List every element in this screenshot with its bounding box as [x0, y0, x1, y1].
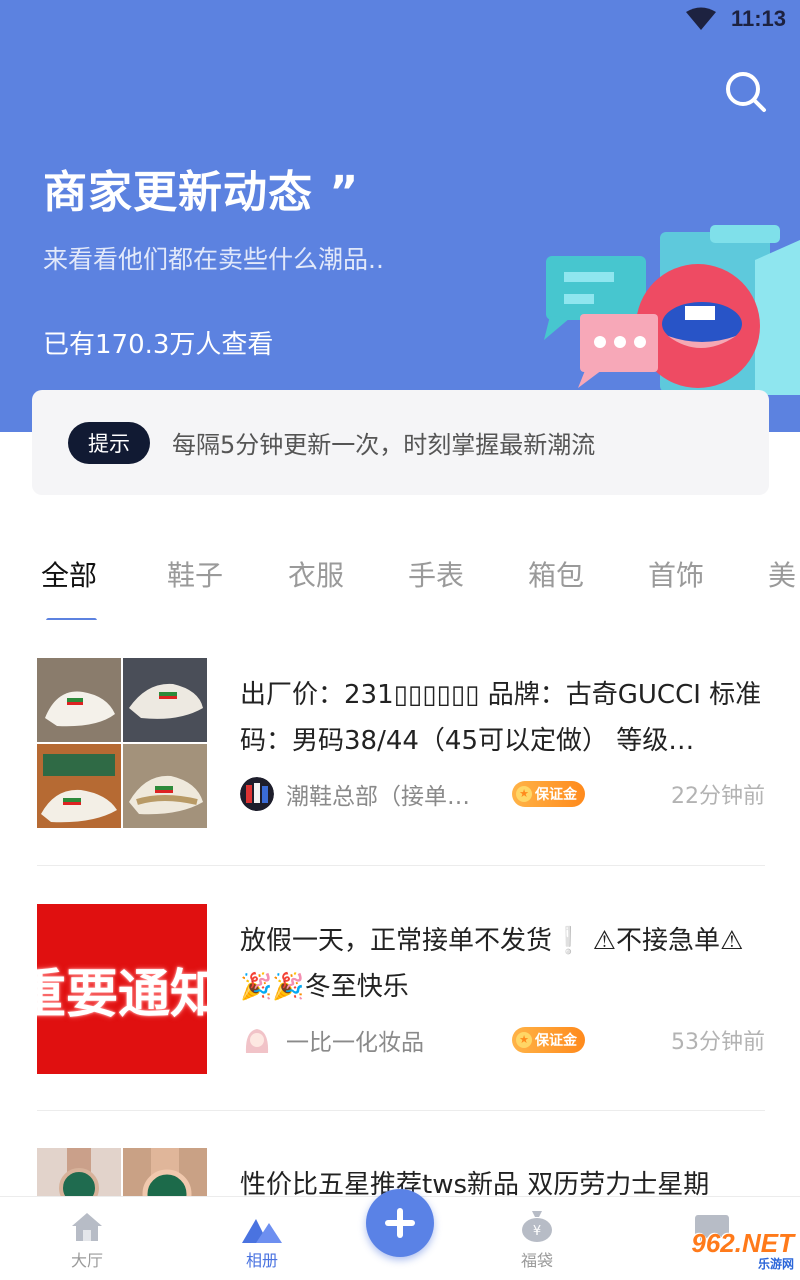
tab-clothes[interactable]: 衣服 [288, 554, 344, 594]
deposit-label: 保证金 [535, 787, 577, 803]
tab-beauty[interactable]: 美 [768, 554, 796, 594]
svg-text:¥: ¥ [533, 1224, 541, 1239]
shoe-image [123, 744, 207, 828]
tip-badge: 提示 [68, 421, 150, 464]
nav-hall[interactable]: 大厅 [37, 1209, 137, 1271]
post-time: 22分钟前 [671, 784, 765, 809]
star-icon: ★ [516, 786, 532, 802]
nav-label: 福袋 [520, 1251, 553, 1270]
plus-icon [385, 1208, 415, 1238]
list-item[interactable]: 出厂价：231▯▯▯▯▯▯ 品牌：古奇GUCCI 标准码：男码38/44（45可… [37, 658, 765, 828]
notice-image-text: 重要通知 [37, 964, 207, 1025]
nav-lucky-bag[interactable]: ¥ 福袋 [487, 1209, 587, 1271]
shoe-image [37, 658, 121, 742]
list-item[interactable]: 重要通知 放假一天，正常接单不发货❕ ⚠不接急单⚠ 🎉🎉冬至快乐 一比一化妆品 … [37, 904, 765, 1074]
money-bag-icon: ¥ [522, 1211, 552, 1242]
tab-all[interactable]: 全部 [41, 554, 97, 594]
page-subtitle: 来看看他们都在卖些什么潮品.. [43, 245, 384, 274]
star-icon: ★ [516, 1032, 532, 1048]
avatar[interactable] [240, 777, 274, 811]
category-tabs: 全部 鞋子 衣服 手表 箱包 首饰 美 [0, 540, 800, 620]
tip-text: 每隔5分钟更新一次，时刻掌握最新潮流 [172, 431, 596, 459]
post-meta: 潮鞋总部（接单… ★ 保证金 22分钟前 [240, 774, 765, 814]
tip-card: 提示 每隔5分钟更新一次，时刻掌握最新潮流 [32, 390, 769, 495]
post-time: 53分钟前 [671, 1030, 765, 1055]
view-count: 已有170.3万人查看 [43, 330, 274, 360]
watermark-logo: 962.NET 乐游网 [691, 1228, 794, 1272]
deposit-label: 保证金 [535, 1033, 577, 1049]
status-time: 11:13 [730, 6, 786, 31]
product-image-grid[interactable] [37, 1148, 207, 1196]
shoe-image [123, 658, 207, 742]
watermark-brand: 962.NET [691, 1228, 794, 1258]
product-image-grid[interactable] [37, 658, 207, 828]
status-bar: 11:13 [685, 6, 786, 32]
mountain-icon [242, 1219, 282, 1243]
home-icon [72, 1213, 102, 1241]
nav-album[interactable]: 相册 [212, 1209, 312, 1271]
tab-watches[interactable]: 手表 [408, 554, 464, 594]
post-meta: 一比一化妆品 ★ 保证金 53分钟前 [240, 1020, 765, 1060]
add-post-button[interactable] [366, 1189, 434, 1257]
shop-name[interactable]: 一比一化妆品 [286, 1023, 486, 1057]
tab-shoes[interactable]: 鞋子 [167, 554, 223, 594]
post-text: 放假一天，正常接单不发货❕ ⚠不接急单⚠ 🎉🎉冬至快乐 [240, 926, 744, 1002]
nav-label: 相册 [245, 1251, 278, 1270]
post-text: 性价比五星推荐tws新品 双历劳力士星期 [240, 1170, 710, 1196]
post-text: 出厂价：231▯▯▯▯▯▯ 品牌：古奇GUCCI 标准码：男码38/44（45可… [240, 680, 762, 756]
watch-image [123, 1148, 207, 1196]
nav-label: 大厅 [70, 1251, 103, 1270]
deposit-badge: ★ 保证金 [512, 1027, 585, 1053]
divider [37, 1110, 765, 1111]
header-banner: 11:13 商家更新动态 ” 来看看他们都在卖些什么潮品.. 已有170.3万人… [0, 0, 800, 432]
tab-bags[interactable]: 箱包 [528, 554, 584, 594]
tab-active-indicator [46, 618, 97, 620]
notice-image[interactable]: 重要通知 [37, 904, 207, 1074]
divider [37, 865, 765, 866]
search-icon[interactable] [724, 70, 768, 114]
page-title: 商家更新动态 ” [43, 167, 360, 218]
avatar[interactable] [240, 1023, 274, 1057]
wifi-icon [685, 7, 716, 30]
watch-image [37, 1148, 121, 1196]
chat-bubbles-illustration [544, 225, 800, 395]
tab-jewelry[interactable]: 首饰 [648, 554, 704, 594]
shoe-image [37, 744, 121, 828]
shop-name[interactable]: 潮鞋总部（接单… [286, 777, 486, 811]
deposit-badge: ★ 保证金 [512, 781, 585, 807]
